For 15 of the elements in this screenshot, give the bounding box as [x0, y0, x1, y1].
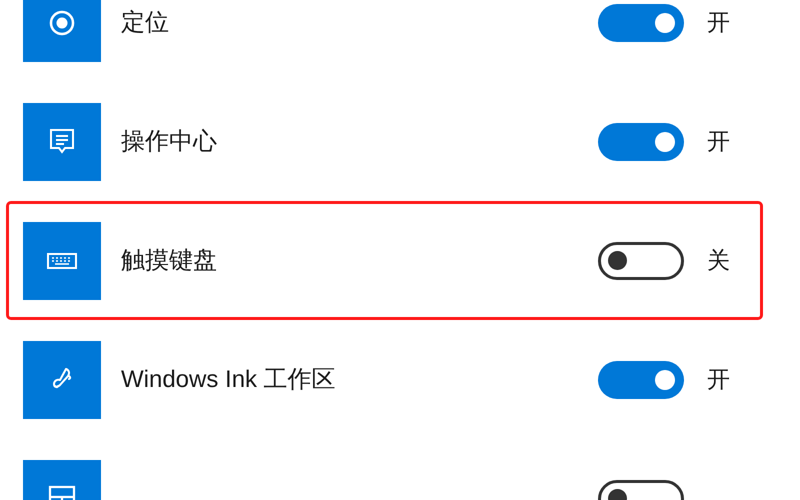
toggle-switch[interactable]	[598, 242, 684, 280]
toggle-switch[interactable]	[598, 360, 684, 398]
toggle-switch[interactable]	[598, 4, 684, 42]
location-icon	[49, 10, 75, 36]
toggle-state-label: 开	[707, 127, 730, 156]
toggle-state-label: 开	[707, 365, 730, 394]
setting-label: 定位	[121, 8, 170, 38]
toggle-state-label: 关	[707, 246, 730, 276]
toggle-switch[interactable]	[598, 122, 684, 160]
setting-label: 操作中心	[121, 126, 218, 156]
message-icon	[49, 128, 75, 156]
keyboard-icon	[47, 252, 77, 268]
toggle-state-label: 开	[707, 8, 730, 38]
setting-label: Windows Ink 工作区	[121, 364, 337, 394]
setting-label: 触摸键盘	[121, 246, 218, 276]
